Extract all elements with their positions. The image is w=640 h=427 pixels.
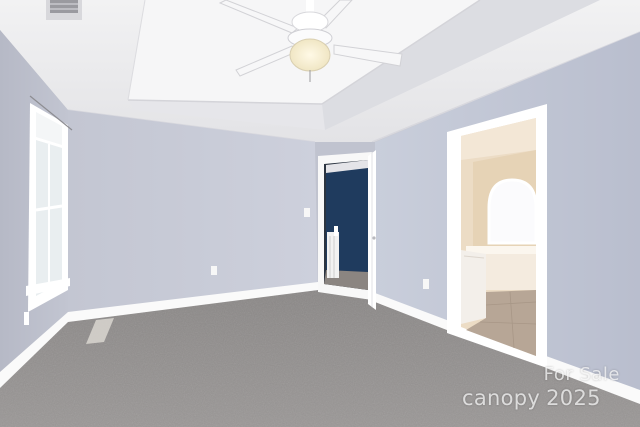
- hallway-doorway[interactable]: [318, 152, 372, 300]
- bathroom-doorway[interactable]: [447, 104, 547, 368]
- window: [24, 103, 70, 325]
- watermark: For Sale canopy 2025: [462, 364, 632, 414]
- watermark-brand: canopy 2025: [462, 386, 601, 410]
- wall-outlet: [423, 279, 429, 289]
- watermark-year: 2025: [546, 386, 601, 410]
- bedroom-scene: [0, 0, 640, 427]
- light-switch: [304, 208, 310, 217]
- vanity-cabinet: [461, 250, 486, 324]
- watermark-brand-name: canopy: [462, 386, 541, 410]
- air-vent: [46, 0, 82, 20]
- fan-light-globe: [289, 38, 331, 72]
- wall-outlet: [211, 266, 217, 275]
- watermark-for-sale: For Sale: [543, 364, 620, 385]
- bedroom-photo: For Sale canopy 2025: [0, 0, 640, 427]
- arched-window: [487, 178, 538, 245]
